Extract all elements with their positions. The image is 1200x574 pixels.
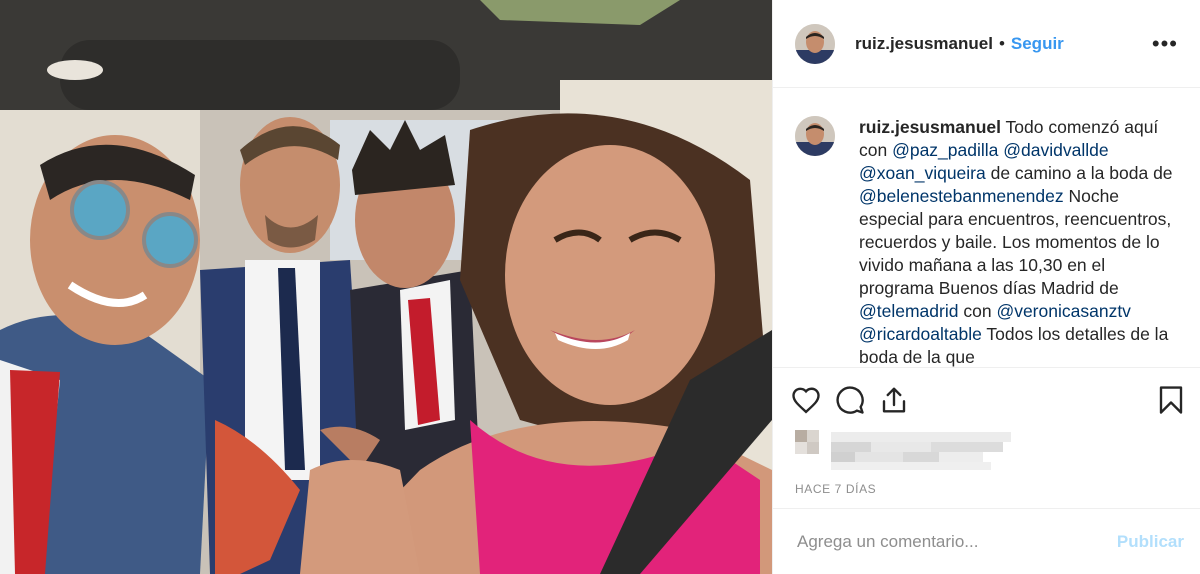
blurred-likes-image	[795, 430, 1011, 470]
like-button[interactable]	[791, 378, 835, 422]
avatar-image	[795, 116, 835, 156]
post-header: ruiz.jesusmanuel • Seguir •••	[773, 0, 1200, 88]
caption-area: ruiz.jesusmanuel Todo comenzó aquí con @…	[773, 88, 1200, 368]
bookmark-icon	[1159, 386, 1183, 414]
more-options-icon[interactable]: •••	[1152, 32, 1178, 55]
caption-text-segment: con	[958, 301, 997, 321]
post-timestamp[interactable]: HACE 7 DÍAS	[773, 476, 1200, 504]
mention-link[interactable]: @paz_padilla	[892, 140, 998, 160]
publish-button[interactable]: Publicar	[1117, 532, 1184, 552]
comment-icon	[836, 386, 864, 414]
caption-text-segment: de camino a la boda de	[985, 163, 1173, 183]
avatar-image	[795, 23, 835, 64]
selfie-image	[0, 0, 772, 574]
post-photo[interactable]	[0, 0, 772, 574]
avatar[interactable]	[795, 23, 835, 64]
username-link[interactable]: ruiz.jesusmanuel	[855, 34, 993, 54]
share-icon	[882, 387, 906, 413]
mention-link[interactable]: @telemadrid	[859, 301, 958, 321]
post-side-panel: ruiz.jesusmanuel • Seguir ••• ruiz.jesus…	[772, 0, 1200, 574]
mention-link[interactable]: @ricardoaltable	[859, 324, 982, 344]
comment-input[interactable]	[795, 530, 1117, 553]
mention-link[interactable]: @veronicasanztv	[996, 301, 1131, 321]
likes-summary-blurred	[773, 430, 1200, 476]
share-button[interactable]	[879, 378, 923, 422]
mention-link[interactable]: @xoan_viqueira	[859, 163, 986, 183]
mention-link[interactable]: @belenestebanmenendez	[859, 186, 1064, 206]
comment-button[interactable]	[835, 378, 879, 422]
mention-link[interactable]: @davidvallde	[1003, 140, 1108, 160]
comment-bar: Publicar	[773, 508, 1200, 574]
instagram-post: ruiz.jesusmanuel • Seguir ••• ruiz.jesus…	[0, 0, 1200, 574]
caption-text: ruiz.jesusmanuel Todo comenzó aquí con @…	[859, 116, 1180, 367]
save-button[interactable]	[1140, 378, 1184, 422]
heart-icon	[792, 387, 820, 414]
separator-dot: •	[998, 33, 1005, 53]
follow-button[interactable]: Seguir	[1011, 34, 1064, 54]
caption-avatar[interactable]	[795, 116, 835, 156]
action-bar	[773, 368, 1200, 432]
caption-username[interactable]: ruiz.jesusmanuel	[859, 117, 1001, 137]
